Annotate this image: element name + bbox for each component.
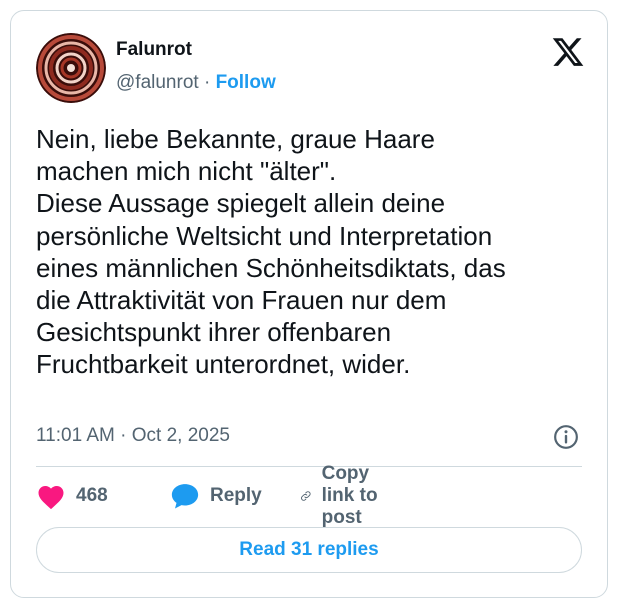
info-icon[interactable] <box>553 424 579 450</box>
author-name[interactable]: Falunrot <box>116 39 192 61</box>
heart-icon <box>38 486 64 510</box>
tweet-text: Nein, liebe Bekannte, graue Haare machen… <box>36 124 506 380</box>
author-handle[interactable]: @falunrot <box>116 72 199 93</box>
link-icon <box>301 491 311 501</box>
handle-separator: · <box>203 72 211 93</box>
avatar-image <box>36 33 106 103</box>
copy-link-button[interactable]: Copy link to post <box>300 463 386 528</box>
avatar[interactable] <box>36 33 106 103</box>
tweet-timestamp[interactable]: 11:01 AM · Oct 2, 2025 <box>36 425 230 447</box>
read-replies-button[interactable]: Read 31 replies <box>36 527 582 573</box>
follow-button[interactable]: Follow <box>216 72 276 93</box>
x-logo-icon[interactable] <box>551 35 585 69</box>
reply-label: Reply <box>210 485 262 506</box>
copy-link-label: Copy link to post <box>321 463 378 528</box>
divider <box>36 466 582 467</box>
like-button[interactable]: 468 <box>36 481 108 511</box>
tweet-card: Falunrot @falunrot · Follow Nein, liebe … <box>10 10 608 598</box>
read-replies-label: Read 31 replies <box>239 539 379 560</box>
speech-bubble-icon <box>171 484 199 509</box>
like-count: 468 <box>76 485 108 506</box>
reply-button[interactable]: Reply <box>170 481 262 511</box>
author-handle-row: @falunrot · Follow <box>116 72 276 94</box>
